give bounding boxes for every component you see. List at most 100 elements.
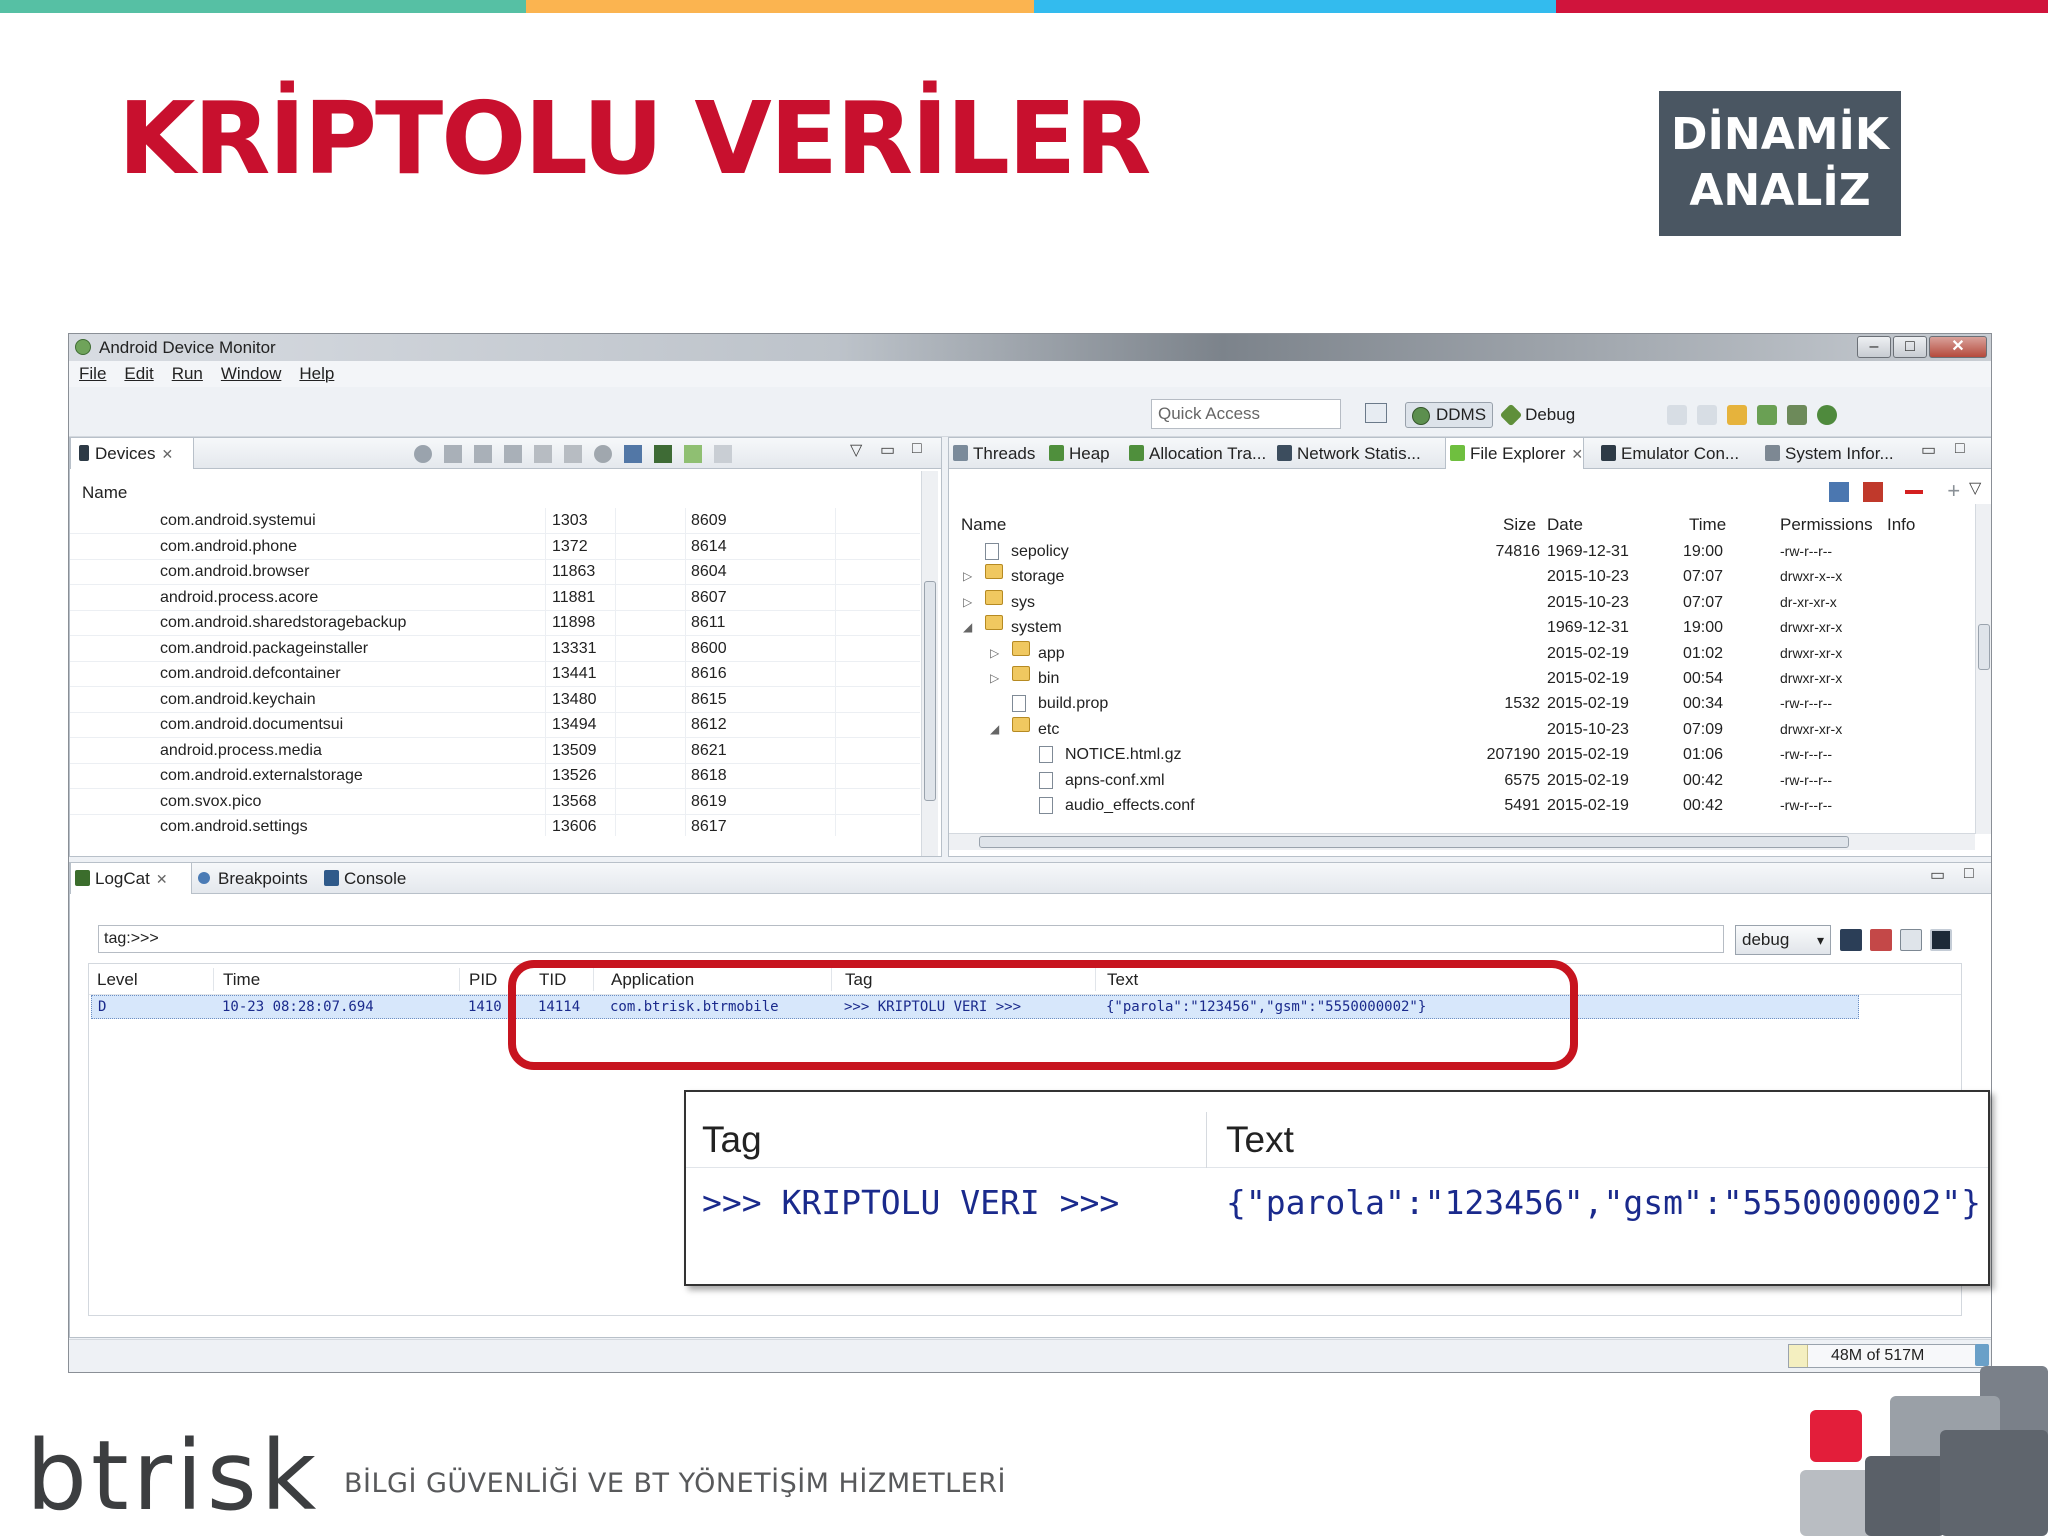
save-log-icon[interactable] bbox=[1840, 929, 1862, 951]
logcat-minimize-icon[interactable]: ▭ bbox=[1930, 865, 1945, 885]
logcat-maximize-icon[interactable]: □ bbox=[1964, 865, 1974, 883]
device-process-row[interactable]: com.android.documentsui 13494 8612 bbox=[70, 712, 920, 737]
explorer-vscrollbar[interactable] bbox=[1975, 504, 1991, 834]
devices-vscrollbar[interactable] bbox=[921, 471, 938, 856]
devices-scroll-thumb[interactable] bbox=[924, 581, 936, 801]
file-tree-row[interactable]: sepolicy 74816 1969-12-31 19:00 -rw-r--r-- bbox=[949, 539, 1964, 564]
expand-toggle-icon[interactable]: ▷ bbox=[963, 564, 972, 589]
hierarchy-icon[interactable] bbox=[714, 445, 732, 463]
file-tree-row[interactable]: ▷ app 2015-02-19 01:02 drwxr-xr-x bbox=[949, 640, 1964, 666]
new-folder-icon[interactable]: + bbox=[1947, 480, 1965, 502]
gc-trash-icon[interactable] bbox=[1975, 1344, 1989, 1366]
debug-process-icon[interactable] bbox=[414, 445, 432, 463]
menu-run[interactable]: Run bbox=[172, 361, 203, 387]
threads-tab[interactable]: Threads bbox=[949, 438, 1035, 469]
device-process-row[interactable]: com.android.externalstorage 13526 8618 bbox=[70, 763, 920, 788]
device-process-row[interactable]: com.android.systemui 1303 8609 bbox=[70, 508, 920, 533]
file-tree-row[interactable]: ◢ etc 2015-10-23 07:09 drwxr-xr-x bbox=[949, 716, 1964, 742]
minimize-button[interactable]: – bbox=[1857, 336, 1891, 358]
menu-help[interactable]: Help bbox=[299, 361, 334, 387]
screen-capture-icon[interactable] bbox=[624, 445, 642, 463]
clear-log-icon[interactable] bbox=[1870, 929, 1892, 951]
perspective-debug-button[interactable]: Debug bbox=[1499, 403, 1575, 427]
device-process-row[interactable]: com.android.browser 11863 8604 bbox=[70, 559, 920, 584]
menu-bar: File Edit Run Window Help bbox=[69, 361, 1991, 387]
perspective-ddms-button[interactable]: DDMS bbox=[1405, 402, 1494, 428]
file-tree-row[interactable]: audio_effects.conf 5491 2015-02-19 00:42 -rw… bbox=[949, 793, 1964, 815]
maximize-view-icon[interactable]: □ bbox=[912, 440, 922, 458]
expand-toggle-icon[interactable]: ▷ bbox=[990, 641, 999, 666]
explorer-hscroll-thumb[interactable] bbox=[979, 836, 1849, 848]
network-statistics-tab[interactable]: Network Statis... bbox=[1273, 438, 1421, 469]
update-heap-icon[interactable] bbox=[444, 445, 462, 463]
device-process-row[interactable]: com.android.packageinstaller 13331 8600 bbox=[70, 636, 920, 661]
pull-file-icon[interactable] bbox=[1829, 482, 1849, 502]
file-tree-row[interactable]: ▷ sys 2015-10-23 07:07 dr-xr-xr-x bbox=[949, 589, 1964, 615]
log-level-select[interactable]: debug bbox=[1735, 925, 1831, 955]
push-file-icon[interactable] bbox=[1863, 482, 1883, 502]
process-pid: 11863 bbox=[552, 563, 596, 580]
logcat-filter-input[interactable]: tag:>>> bbox=[98, 925, 1724, 953]
file-tree-row[interactable]: apns-conf.xml 6575 2015-02-19 00:42 -rw-r--r… bbox=[949, 768, 1964, 793]
device-process-row[interactable]: android.process.media 13509 8621 bbox=[70, 738, 920, 763]
device-process-row[interactable]: com.android.settings 13606 8617 bbox=[70, 814, 920, 836]
restore-button[interactable]: □ bbox=[1893, 336, 1927, 358]
heap-tab[interactable]: Heap bbox=[1045, 438, 1110, 469]
cause-gc-icon[interactable] bbox=[504, 445, 522, 463]
expand-toggle-icon[interactable]: ▷ bbox=[963, 590, 972, 615]
delete-icon[interactable] bbox=[1905, 490, 1923, 494]
device-process-row[interactable]: com.android.keychain 13480 8615 bbox=[70, 687, 920, 712]
toggle-filters-icon[interactable] bbox=[1900, 929, 1922, 951]
view-menu-icon[interactable]: ▽ bbox=[850, 440, 862, 460]
device-process-row[interactable]: com.svox.pico 13568 8619 bbox=[70, 789, 920, 814]
system-information-tab[interactable]: System Infor... bbox=[1761, 438, 1894, 469]
expand-toggle-icon[interactable]: ▷ bbox=[990, 666, 999, 691]
device-process-row[interactable]: com.android.phone 1372 8614 bbox=[70, 534, 920, 559]
tab-breakpoints[interactable]: Breakpoints bbox=[194, 863, 308, 894]
file-tree-row[interactable]: NOTICE.html.gz 207190 2015-02-19 01:06 -rw-r… bbox=[949, 742, 1964, 767]
file-tree-row[interactable]: build.prop 1532 2015-02-19 00:34 -rw-r--r-- bbox=[949, 691, 1964, 716]
file-tree-row[interactable]: ▷ bin 2015-02-19 00:54 drwxr-xr-x bbox=[949, 666, 1964, 691]
tab-devices[interactable]: Devices ✕ bbox=[70, 438, 194, 469]
device-icon[interactable] bbox=[1787, 405, 1807, 425]
explorer-scroll-thumb[interactable] bbox=[1978, 624, 1990, 670]
explorer-hscrollbar[interactable] bbox=[949, 833, 1975, 850]
device-process-row[interactable]: com.android.defcontainer 13441 8616 bbox=[70, 661, 920, 686]
file-explorer-tab[interactable]: File Explorer ✕ bbox=[1445, 438, 1585, 469]
open-perspective-icon[interactable] bbox=[1365, 403, 1387, 423]
close-tab-icon[interactable]: ✕ bbox=[161, 446, 173, 462]
file-tree-row[interactable]: ◢ system 1969-12-31 19:00 drwxr-xr-x bbox=[949, 615, 1964, 640]
scroll-lock-icon[interactable] bbox=[1930, 929, 1952, 951]
close-tab-icon[interactable]: ✕ bbox=[1571, 446, 1583, 462]
minimize-view-icon[interactable]: ▭ bbox=[880, 440, 895, 460]
explorer-minimize-icon[interactable]: ▭ bbox=[1921, 440, 1936, 460]
explorer-view-menu-icon[interactable]: ▽ bbox=[1969, 478, 1981, 498]
tool-icon[interactable] bbox=[1727, 405, 1747, 425]
search-icon[interactable] bbox=[1817, 405, 1837, 425]
forward-nav-icon[interactable] bbox=[1697, 405, 1717, 425]
update-threads-icon[interactable] bbox=[534, 445, 552, 463]
opengl-trace-icon[interactable] bbox=[684, 445, 702, 463]
device-process-row[interactable]: com.android.sharedstoragebackup 11898 8611 bbox=[70, 610, 920, 635]
menu-file[interactable]: File bbox=[79, 361, 106, 387]
explorer-maximize-icon[interactable]: □ bbox=[1955, 440, 1965, 458]
method-profiling-icon[interactable] bbox=[564, 445, 582, 463]
menu-edit[interactable]: Edit bbox=[124, 361, 153, 387]
emulator-control-tab[interactable]: Emulator Con... bbox=[1597, 438, 1739, 469]
expand-toggle-icon[interactable]: ◢ bbox=[990, 717, 999, 742]
dump-hprof-icon[interactable] bbox=[474, 445, 492, 463]
systrace-icon[interactable] bbox=[654, 445, 672, 463]
tab-console[interactable]: Console bbox=[320, 863, 406, 894]
allocation-tracker-tab[interactable]: Allocation Tra... bbox=[1125, 438, 1266, 469]
expand-toggle-icon[interactable]: ◢ bbox=[963, 615, 972, 640]
file-tree-row[interactable]: ▷ storage 2015-10-23 07:07 drwxr-x--x bbox=[949, 564, 1964, 589]
back-nav-icon[interactable] bbox=[1667, 405, 1687, 425]
device-process-row[interactable]: android.process.acore 11881 8607 bbox=[70, 585, 920, 610]
menu-window[interactable]: Window bbox=[221, 361, 281, 387]
download-icon[interactable] bbox=[1757, 405, 1777, 425]
tab-logcat[interactable]: LogCat ✕ bbox=[70, 863, 192, 894]
close-button[interactable]: ✕ bbox=[1929, 336, 1987, 358]
close-logcat-tab-icon[interactable]: ✕ bbox=[156, 871, 168, 887]
stop-process-icon[interactable] bbox=[594, 445, 612, 463]
quick-access-input[interactable]: Quick Access bbox=[1151, 399, 1341, 429]
